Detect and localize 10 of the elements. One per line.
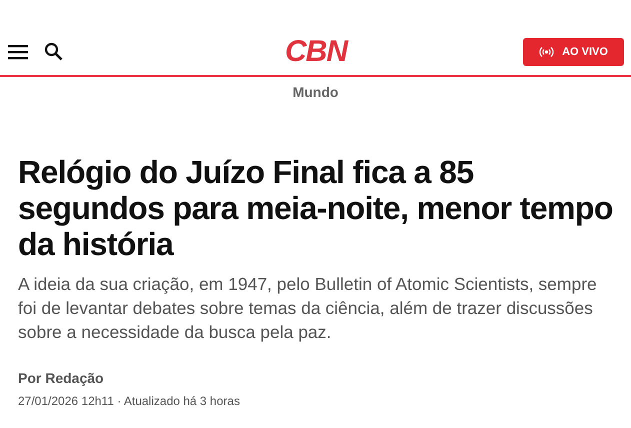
search-icon[interactable] [44,42,63,61]
article-subtitle: A ideia da sua criação, em 1947, pelo Bulletin of Atomic Scientists, sempre foi de levantar debates sobre temas da ciência, além de trazer discussões sobre a necessidade da busca pela paz. [18,273,598,344]
article-title: Relógio do Juízo Final fica a 85 segundos para meia-noite, menor tempo da história [18,154,613,262]
section-link[interactable]: Mundo [0,84,631,100]
menu-icon[interactable] [8,44,28,60]
author-byline: Por Redação [18,370,105,386]
site-logo[interactable]: CBN [285,6,347,68]
broadcast-icon [539,46,554,58]
publish-date: 27/01/2026 12h11 · Atualizado há 3 horas [18,394,241,408]
live-button[interactable]: AO VIVO [523,38,624,66]
